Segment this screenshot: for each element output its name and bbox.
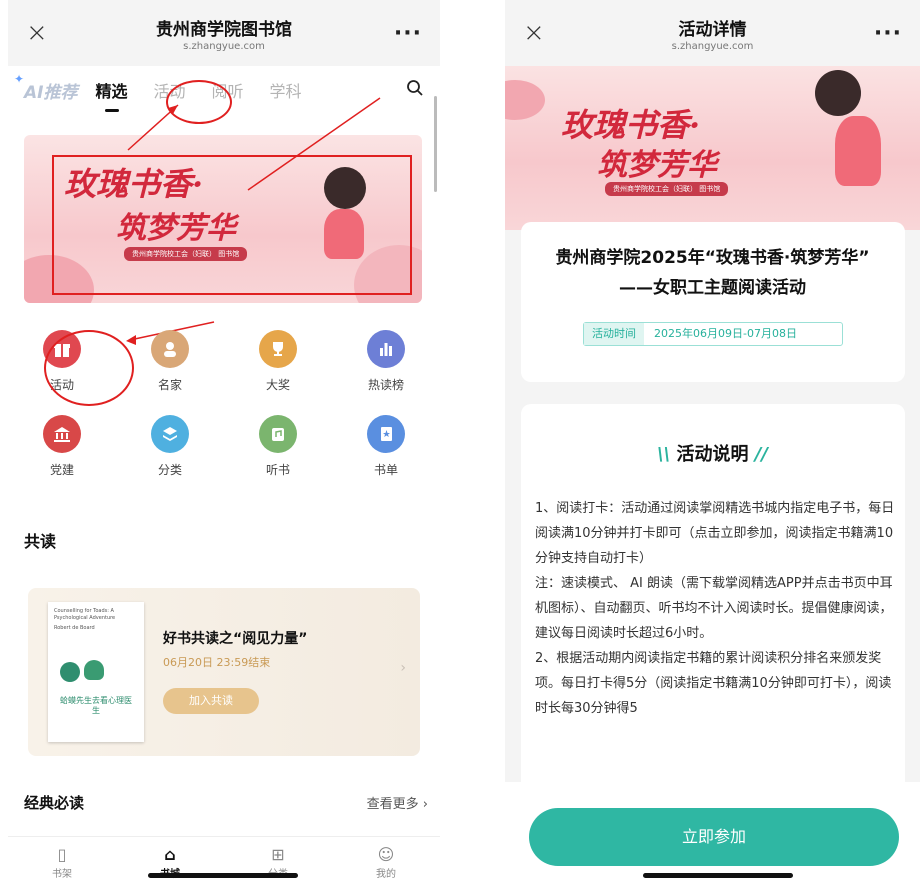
nav-label: 书架 (52, 869, 72, 880)
activity-headline: 贵州商学院2025年“玫瑰书香·筑梦芳华” ——女职工主题阅读活动 (505, 243, 920, 303)
annotation-circle-activity (44, 330, 134, 406)
page-url: s.zhangyue.com (671, 40, 754, 52)
grid-item-hot-list[interactable]: 热读榜 (332, 330, 440, 393)
grid-icon: ⊞ (271, 845, 285, 864)
toad-illustration (84, 660, 104, 680)
home-indicator (148, 873, 298, 878)
classic-title: 经典必读 (24, 794, 85, 812)
grid-label: 党建 (49, 463, 74, 477)
grid-label: 分类 (157, 463, 182, 477)
home-icon: ⌂ (164, 845, 176, 864)
join-now-button[interactable]: 立即参加 (529, 808, 899, 866)
description-title: 活动说明 (676, 444, 749, 465)
detail-banner: 玫瑰书香· 筑梦芳华 贵州商学院校工会（妇联） 图书馆 (505, 60, 920, 230)
grid-item-category[interactable]: 分类 (116, 415, 224, 478)
decor-slash-icon: // (754, 444, 768, 465)
headline-line2: ——女职工主题阅读活动 (619, 278, 806, 298)
grid-label: 大奖 (265, 378, 290, 392)
close-icon[interactable]: × (523, 18, 563, 48)
chart-icon (367, 330, 405, 368)
annotation-circle-tab (166, 80, 232, 124)
coread-title: 好书共读之“阅见力量” (163, 631, 308, 647)
description-heading: \\ 活动说明 // (505, 440, 920, 466)
nav-bookshelf[interactable]: ▯ 书架 (52, 845, 72, 881)
trophy-icon (259, 330, 297, 368)
grid-label: 听书 (265, 463, 290, 477)
person-icon (151, 330, 189, 368)
title-block: 活动详情 s.zhangyue.com (563, 15, 862, 52)
grid-item-booklist[interactable]: 书单 (332, 415, 440, 478)
book-cover-title: Counselling for Toads: A Psychological A… (54, 608, 116, 621)
girl-illustration-hair (815, 70, 861, 116)
grid-item-award[interactable]: 大奖 (224, 330, 332, 393)
book-cover: Counselling for Toads: A Psychological A… (48, 602, 144, 742)
library-home-screen: × 贵州商学院图书馆 s.zhangyue.com ··· ✦ AI推荐 精选 活… (8, 0, 440, 881)
home-indicator (643, 873, 793, 878)
classic-section-header: 经典必读 查看更多 › (24, 792, 428, 813)
book-icon (367, 415, 405, 453)
decor-slash-icon: \\ (657, 444, 671, 465)
profile-icon: ☺ (377, 845, 395, 864)
girl-illustration-dress (835, 116, 881, 186)
chevron-right-icon[interactable]: › (400, 660, 406, 676)
grid-label: 热读榜 (367, 378, 404, 392)
coread-deadline: 06月20日 23:59结束 (163, 656, 271, 669)
description-text: 1、阅读打卡：活动通过阅读掌阅精选书城内指定电子书，每日阅读满10分钟并打卡即可… (535, 501, 895, 716)
time-value: 2025年06月09日-07月08日 (654, 327, 797, 340)
shelf-icon: ▯ (57, 845, 67, 864)
headline-line1: 贵州商学院2025年“玫瑰书香·筑梦芳华” (555, 248, 870, 268)
top-bar: × 活动详情 s.zhangyue.com ··· (505, 0, 920, 66)
book-cover-chinese-title: 蛤蟆先生去看心理医生 (60, 696, 132, 715)
activity-time: 活动时间 2025年06月09日-07月08日 (583, 322, 843, 346)
coread-card[interactable]: Counselling for Toads: A Psychological A… (28, 588, 420, 756)
banner-subtitle: 贵州商学院校工会（妇联） 图书馆 (605, 182, 729, 196)
activity-detail-screen: 玫瑰书香· 筑梦芳华 贵州商学院校工会（妇联） 图书馆 × 活动详情 s.zha… (505, 0, 920, 881)
banner-line2: 筑梦芳华 (597, 148, 717, 183)
book-cover-author: Robert de Board (54, 625, 95, 631)
grid-item-party[interactable]: 党建 (8, 415, 116, 478)
see-more-link[interactable]: 查看更多 › (367, 793, 428, 812)
headphone-icon (259, 415, 297, 453)
grid-item-audiobook[interactable]: 听书 (224, 415, 332, 478)
coread-section-title: 共读 (24, 532, 57, 551)
more-icon[interactable]: ··· (862, 21, 902, 46)
join-coread-button[interactable]: 加入共读 (163, 688, 259, 714)
layers-icon (151, 415, 189, 453)
nav-label: 我的 (376, 869, 396, 880)
time-label: 活动时间 (584, 323, 644, 345)
grid-label: 名家 (157, 378, 182, 392)
building-icon (43, 415, 81, 453)
page-title: 活动详情 (678, 19, 747, 40)
nav-profile[interactable]: ☺ 我的 (376, 845, 396, 881)
annotation-arrow-2 (247, 97, 381, 191)
book-cover-badge (60, 662, 80, 682)
flower-decoration (505, 80, 545, 120)
grid-label: 书单 (373, 463, 398, 477)
